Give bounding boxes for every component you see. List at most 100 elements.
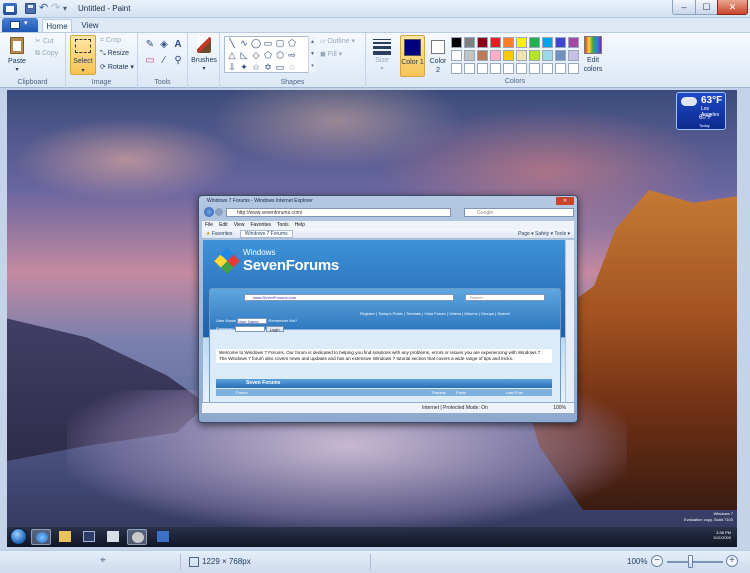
tab-home[interactable]: Home xyxy=(42,19,72,32)
color1-button[interactable]: Color 1 xyxy=(400,35,425,77)
color-picker-icon[interactable]: ⁄ xyxy=(158,55,170,67)
outline-label: Outline ▾ xyxy=(327,38,355,45)
rotate-button[interactable]: ⟳ Rotate ▾ xyxy=(100,63,134,71)
polygon-shape-icon[interactable]: ⬠ xyxy=(287,38,297,48)
palette-swatch[interactable] xyxy=(555,63,566,74)
rectangle-shape-icon[interactable]: ▭ xyxy=(263,38,273,48)
down-arrow-shape-icon[interactable]: ⇩ xyxy=(227,62,237,72)
rounded-rectangle-shape-icon[interactable]: ▢ xyxy=(275,38,285,48)
chevron-down-icon: ▾ xyxy=(24,20,28,27)
triangle-shape-icon[interactable]: △ xyxy=(227,50,237,60)
palette-swatch[interactable] xyxy=(516,37,527,48)
palette-swatch[interactable] xyxy=(464,50,475,61)
select-label: Select xyxy=(73,58,93,65)
five-point-star-shape-icon[interactable]: ☆ xyxy=(251,62,261,72)
crop-label: Crop xyxy=(105,37,122,44)
inner-address: www.SevenForums.com xyxy=(244,294,454,301)
palette-swatch[interactable] xyxy=(568,63,579,74)
six-point-star-shape-icon[interactable]: ✡ xyxy=(263,62,273,72)
color2-button[interactable]: Color 2 xyxy=(427,35,449,77)
palette-swatch[interactable] xyxy=(490,37,501,48)
right-triangle-shape-icon[interactable]: ◺ xyxy=(239,50,249,60)
palette-swatch[interactable] xyxy=(503,63,514,74)
palette-swatch[interactable] xyxy=(542,63,553,74)
text-tool-icon[interactable]: A xyxy=(172,39,184,51)
shapes-gallery-scroll[interactable]: ▲ ▼ ▾ xyxy=(308,36,316,73)
drawing-canvas[interactable]: 63°F Los Angeles 60°F Today Windows 7 Fo… xyxy=(7,90,737,547)
zoom-out-button[interactable]: − xyxy=(651,555,663,567)
curve-shape-icon[interactable]: ∿ xyxy=(239,38,249,48)
palette-swatch[interactable] xyxy=(542,37,553,48)
four-point-star-shape-icon[interactable]: ✦ xyxy=(239,62,249,72)
right-arrow-shape-icon[interactable]: ⇨ xyxy=(287,50,297,60)
paint-app-icon[interactable] xyxy=(3,3,17,15)
clipboard-group-label: Clipboard xyxy=(17,79,48,86)
palette-swatch[interactable] xyxy=(529,37,540,48)
palette-swatch[interactable] xyxy=(568,50,579,61)
paint-menu-button[interactable]: ▾ xyxy=(2,18,38,32)
close-button[interactable]: ✕ xyxy=(717,0,748,15)
palette-swatch[interactable] xyxy=(529,50,540,61)
palette-swatch[interactable] xyxy=(529,63,540,74)
shapes-gallery[interactable]: ╲ ∿ ◯ ▭ ▢ ⬠ △ ◺ ◇ ⬠ ⬡ ⇨ ⇩ ✦ ☆ ✡ ▭ ◌ xyxy=(224,36,316,73)
logo-sevenforums-text: SevenForums xyxy=(243,257,339,274)
magnifier-icon[interactable]: ⚲ xyxy=(172,55,184,67)
edit-colors-button[interactable]: Edit colors xyxy=(582,36,604,80)
eraser-icon[interactable]: ▭ xyxy=(144,55,156,67)
palette-swatch[interactable] xyxy=(490,63,501,74)
oval-shape-icon[interactable]: ◯ xyxy=(251,38,261,48)
tab-view[interactable]: View xyxy=(76,19,104,32)
pentagon-shape-icon[interactable]: ⬠ xyxy=(263,50,273,60)
palette-swatch[interactable] xyxy=(542,50,553,61)
ie-tab: Windows 7 Forums xyxy=(239,230,293,238)
palette-swatch[interactable] xyxy=(464,37,475,48)
palette-swatch[interactable] xyxy=(464,63,475,74)
size-button[interactable]: Size ▾ xyxy=(366,33,398,77)
rotate-icon: ⟳ xyxy=(100,64,106,71)
fill-button[interactable]: ◼ Fill ▾ xyxy=(320,50,342,58)
save-icon[interactable] xyxy=(25,3,36,14)
palette-swatch[interactable] xyxy=(451,63,462,74)
hexagon-shape-icon[interactable]: ⬡ xyxy=(275,50,285,60)
outline-button[interactable]: ▱ Outline ▾ xyxy=(320,37,355,45)
palette-swatch[interactable] xyxy=(451,50,462,61)
palette-swatch[interactable] xyxy=(503,37,514,48)
embedded-ie-window: Windows 7 Forums - Windows Internet Expl… xyxy=(198,195,578,423)
resize-label: Resize xyxy=(107,50,129,57)
palette-swatch[interactable] xyxy=(477,63,488,74)
palette-swatch[interactable] xyxy=(451,37,462,48)
paste-button[interactable]: Paste ▾ xyxy=(3,33,31,77)
zoom-slider-track[interactable] xyxy=(667,561,723,563)
palette-swatch[interactable] xyxy=(490,50,501,61)
line-shape-icon[interactable]: ╲ xyxy=(227,38,237,48)
username-label: User Name xyxy=(216,318,237,323)
canvas-area[interactable]: 63°F Los Angeles 60°F Today Windows 7 Fo… xyxy=(0,88,750,550)
fill-bucket-icon[interactable]: ◈ xyxy=(158,39,170,51)
oval-callout-shape-icon[interactable]: ◌ xyxy=(287,62,297,72)
customize-toolbar-icon[interactable]: ▾ xyxy=(63,3,74,14)
colors-group-label: Colors xyxy=(504,78,526,85)
palette-swatch[interactable] xyxy=(555,50,566,61)
resize-button[interactable]: ⤡ Resize xyxy=(100,50,129,58)
callout-shape-icon[interactable]: ▭ xyxy=(275,62,285,72)
minimize-button[interactable]: – xyxy=(672,0,696,15)
palette-swatch[interactable] xyxy=(568,37,579,48)
cut-button[interactable]: ✂ Cut xyxy=(35,37,54,45)
select-button[interactable]: Select ▾ xyxy=(70,35,96,75)
undo-icon[interactable]: ↶ xyxy=(39,3,50,14)
palette-swatch[interactable] xyxy=(555,37,566,48)
copy-button[interactable]: ⧉ Copy xyxy=(35,50,58,58)
palette-swatch[interactable] xyxy=(516,50,527,61)
palette-swatch[interactable] xyxy=(516,63,527,74)
maximize-button[interactable]: ☐ xyxy=(695,0,718,15)
palette-swatch[interactable] xyxy=(477,37,488,48)
brushes-button[interactable]: Brushes ▾ xyxy=(190,35,218,77)
redo-icon[interactable]: ↷ xyxy=(51,3,62,14)
crop-button[interactable]: ⌗ Crop xyxy=(100,37,121,45)
palette-swatch[interactable] xyxy=(503,50,514,61)
zoom-slider-thumb[interactable] xyxy=(688,555,693,568)
pencil-icon[interactable]: ✎ xyxy=(144,39,156,51)
diamond-shape-icon[interactable]: ◇ xyxy=(251,50,261,60)
zoom-in-button[interactable]: + xyxy=(726,555,738,567)
palette-swatch[interactable] xyxy=(477,50,488,61)
